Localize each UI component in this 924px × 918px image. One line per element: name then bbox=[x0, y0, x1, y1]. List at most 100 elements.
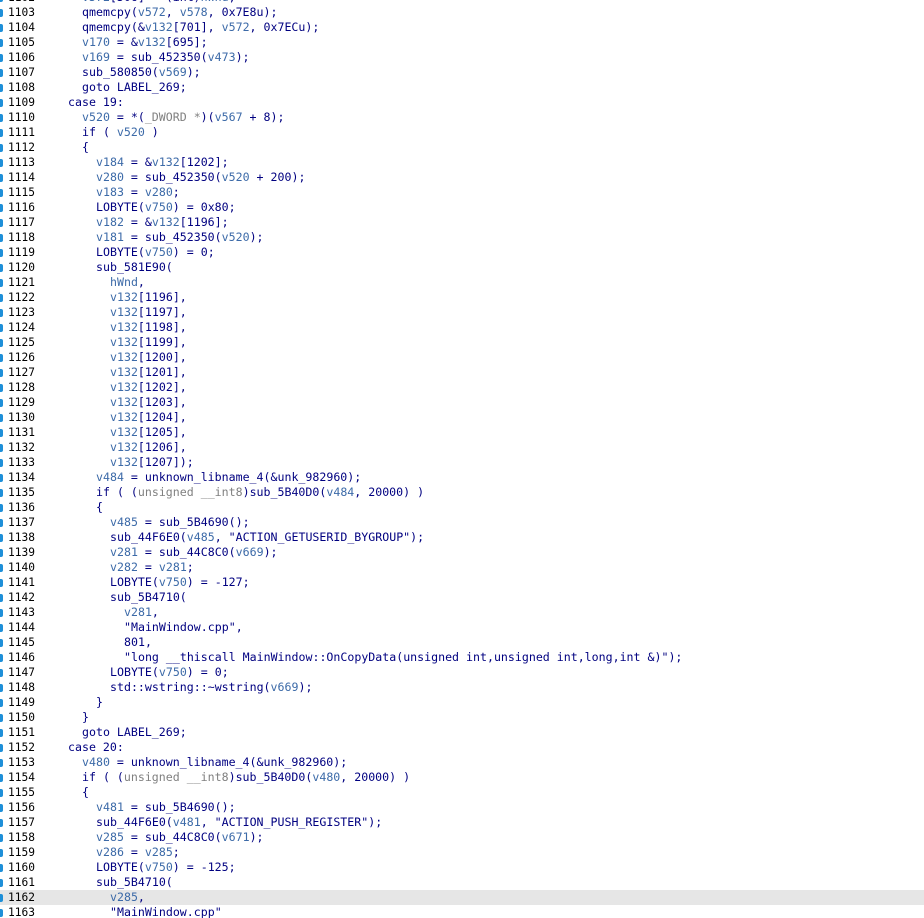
code-line[interactable]: 1161 sub_5B4710( bbox=[0, 875, 924, 890]
code-line[interactable]: 1111 if ( v520 ) bbox=[0, 125, 924, 140]
code-line[interactable]: 1137 v485 = sub_5B4690(); bbox=[0, 515, 924, 530]
code-line[interactable]: 1106 v169 = sub_452350(v473); bbox=[0, 50, 924, 65]
code-line[interactable]: 1121 hWnd, bbox=[0, 275, 924, 290]
variable-token[interactable]: v182 bbox=[96, 215, 124, 229]
code-line[interactable]: 1145 801, bbox=[0, 635, 924, 650]
code-line[interactable]: 1107 sub_580850(v569); bbox=[0, 65, 924, 80]
variable-token[interactable]: v473 bbox=[208, 50, 236, 64]
variable-token[interactable]: v132 bbox=[110, 455, 138, 469]
code-line[interactable]: 1142 sub_5B4710( bbox=[0, 590, 924, 605]
variable-token[interactable]: v480 bbox=[82, 755, 110, 769]
variable-token[interactable]: v484 bbox=[326, 485, 354, 499]
variable-token[interactable]: v280 bbox=[145, 185, 173, 199]
variable-token[interactable]: v750 bbox=[145, 860, 173, 874]
code-line[interactable]: 1159 v286 = v285; bbox=[0, 845, 924, 860]
code-line[interactable]: 1147 LOBYTE(v750) = 0; bbox=[0, 665, 924, 680]
variable-token[interactable]: v286 bbox=[96, 845, 124, 859]
variable-token[interactable]: v750 bbox=[159, 665, 187, 679]
variable-token[interactable]: v285 bbox=[110, 890, 138, 904]
code-line-current[interactable]: 1162 v285, bbox=[0, 890, 924, 905]
variable-token[interactable]: v132 bbox=[110, 320, 138, 334]
code-line[interactable]: 1132 v132[1206], bbox=[0, 440, 924, 455]
code-line[interactable]: 1115 v183 = v280; bbox=[0, 185, 924, 200]
variable-token[interactable]: v520 bbox=[82, 110, 110, 124]
variable-token[interactable]: v132 bbox=[152, 155, 180, 169]
variable-token[interactable]: v750 bbox=[159, 575, 187, 589]
code-line[interactable]: 1148 std::wstring::~wstring(v669); bbox=[0, 680, 924, 695]
code-line[interactable]: 1113 v184 = &v132[1202]; bbox=[0, 155, 924, 170]
code-line[interactable]: 1139 v281 = sub_44C8C0(v669); bbox=[0, 545, 924, 560]
variable-token[interactable]: v132 bbox=[152, 215, 180, 229]
code-line[interactable]: 1136 { bbox=[0, 500, 924, 515]
code-line[interactable]: 1141 LOBYTE(v750) = -127; bbox=[0, 575, 924, 590]
code-line[interactable]: 1112 { bbox=[0, 140, 924, 155]
variable-token[interactable]: v569 bbox=[159, 65, 187, 79]
variable-token[interactable]: v572 bbox=[138, 5, 166, 19]
variable-token[interactable]: v281 bbox=[110, 545, 138, 559]
variable-token[interactable]: v132 bbox=[110, 365, 138, 379]
variable-token[interactable]: v481 bbox=[96, 800, 124, 814]
variable-token[interactable]: v520 bbox=[117, 125, 145, 139]
code-line[interactable]: 1150} bbox=[0, 710, 924, 725]
variable-token[interactable]: v132 bbox=[110, 335, 138, 349]
variable-token[interactable]: v285 bbox=[96, 830, 124, 844]
variable-token[interactable]: v132 bbox=[110, 350, 138, 364]
code-line[interactable]: 1133 v132[1207]); bbox=[0, 455, 924, 470]
code-line[interactable]: 1138 sub_44F6E0(v485, "ACTION_GETUSERID_B… bbox=[0, 530, 924, 545]
code-line[interactable]: 1157 sub_44F6E0(v481, "ACTION_PUSH_REGIST… bbox=[0, 815, 924, 830]
code-line[interactable]: 1124 v132[1198], bbox=[0, 320, 924, 335]
code-line[interactable]: 1146 "long __thiscall MainWindow::OnCopyD… bbox=[0, 650, 924, 665]
variable-token[interactable]: v132 bbox=[110, 410, 138, 424]
code-line[interactable]: 1158 v285 = sub_44C8C0(v671); bbox=[0, 830, 924, 845]
code-line[interactable]: 1131 v132[1205], bbox=[0, 425, 924, 440]
variable-token[interactable]: v481 bbox=[173, 815, 201, 829]
variable-token[interactable]: v480 bbox=[312, 770, 340, 784]
code-line[interactable]: 1126 v132[1200], bbox=[0, 350, 924, 365]
code-line[interactable]: 1122 v132[1196], bbox=[0, 290, 924, 305]
variable-token[interactable]: v572 bbox=[82, 0, 110, 4]
pseudocode-view[interactable]: 1102v572[506] = (int)hWnd;1103qmemcpy(v5… bbox=[0, 0, 924, 918]
variable-token[interactable]: v485 bbox=[110, 515, 138, 529]
variable-token[interactable]: v184 bbox=[96, 155, 124, 169]
variable-token[interactable]: hWnd bbox=[110, 275, 138, 289]
code-line[interactable]: 1152 case 20: bbox=[0, 740, 924, 755]
variable-token[interactable]: hWnd bbox=[201, 0, 229, 4]
code-line[interactable]: 1116 LOBYTE(v750) = 0x80; bbox=[0, 200, 924, 215]
variable-token[interactable]: v750 bbox=[145, 200, 173, 214]
code-line[interactable]: 1105 v170 = &v132[695]; bbox=[0, 35, 924, 50]
variable-token[interactable]: v572 bbox=[222, 20, 250, 34]
code-line[interactable]: 1109 case 19: bbox=[0, 95, 924, 110]
code-line[interactable]: 1134 v484 = unknown_libname_4(&unk_982960… bbox=[0, 470, 924, 485]
variable-token[interactable]: v484 bbox=[96, 470, 124, 484]
variable-token[interactable]: v285 bbox=[145, 845, 173, 859]
variable-token[interactable]: v280 bbox=[96, 170, 124, 184]
variable-token[interactable]: v132 bbox=[110, 305, 138, 319]
variable-token[interactable]: v520 bbox=[222, 170, 250, 184]
code-line[interactable]: 1140 v282 = v281; bbox=[0, 560, 924, 575]
variable-token[interactable]: v669 bbox=[271, 680, 299, 694]
variable-token[interactable]: v132 bbox=[145, 20, 173, 34]
code-line[interactable]: 1127 v132[1201], bbox=[0, 365, 924, 380]
variable-token[interactable]: v132 bbox=[138, 35, 166, 49]
code-line[interactable]: 1130 v132[1204], bbox=[0, 410, 924, 425]
variable-token[interactable]: v281 bbox=[159, 560, 187, 574]
variable-token[interactable]: v132 bbox=[110, 425, 138, 439]
variable-token[interactable]: v567 bbox=[215, 110, 243, 124]
code-line[interactable]: 1108 goto LABEL_269; bbox=[0, 80, 924, 95]
code-line[interactable]: 1128 v132[1202], bbox=[0, 380, 924, 395]
code-line[interactable]: 1143 v281, bbox=[0, 605, 924, 620]
variable-token[interactable]: v282 bbox=[110, 560, 138, 574]
code-line[interactable]: 1163 "MainWindow.cpp" bbox=[0, 905, 924, 918]
variable-token[interactable]: v132 bbox=[110, 380, 138, 394]
variable-token[interactable]: v520 bbox=[222, 230, 250, 244]
code-line[interactable]: 1135 if ( (unsigned __int8)sub_5B40D0(v48… bbox=[0, 485, 924, 500]
code-line[interactable]: 1118 v181 = sub_452350(v520); bbox=[0, 230, 924, 245]
code-line[interactable]: 1123 v132[1197], bbox=[0, 305, 924, 320]
code-line[interactable]: 1149} bbox=[0, 695, 924, 710]
code-line[interactable]: 1125 v132[1199], bbox=[0, 335, 924, 350]
code-line[interactable]: 1103 qmemcpy(v572, v578, 0x7E8u); bbox=[0, 5, 924, 20]
variable-token[interactable]: v485 bbox=[187, 530, 215, 544]
variable-token[interactable]: v170 bbox=[82, 35, 110, 49]
code-line[interactable]: 1153 v480 = unknown_libname_4(&unk_982960… bbox=[0, 755, 924, 770]
code-line[interactable]: 1160 LOBYTE(v750) = -125; bbox=[0, 860, 924, 875]
